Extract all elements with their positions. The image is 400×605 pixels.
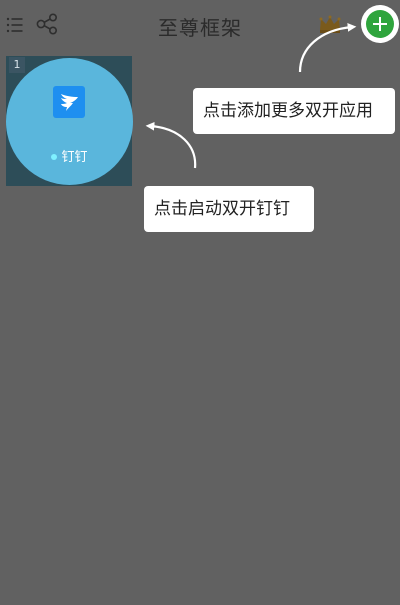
crown-icon[interactable] <box>318 14 342 34</box>
dingtalk-launch-button[interactable]: 钉钉 <box>6 58 133 185</box>
plus-icon <box>373 17 387 31</box>
dingtalk-icon <box>53 86 85 118</box>
app-screen: 至尊框架 1 钉钉 点击添加更多双开应用 点击启动双开钉钉 <box>0 0 400 605</box>
running-indicator <box>51 153 58 160</box>
arrow-to-app <box>145 121 197 169</box>
app-name: 钉钉 <box>61 150 88 165</box>
crown-icon-graphic <box>319 15 341 33</box>
add-app-button-fill <box>366 10 394 38</box>
add-more-tooltip: 点击添加更多双开应用 <box>193 88 395 134</box>
add-app-button[interactable] <box>361 5 399 43</box>
top-bar: 至尊框架 <box>0 0 400 50</box>
slot-number: 1 <box>9 57 25 73</box>
app-label-row: 钉钉 <box>6 146 133 165</box>
dingtalk-icon-graphic <box>61 94 78 111</box>
launch-tooltip: 点击启动双开钉钉 <box>144 186 314 232</box>
